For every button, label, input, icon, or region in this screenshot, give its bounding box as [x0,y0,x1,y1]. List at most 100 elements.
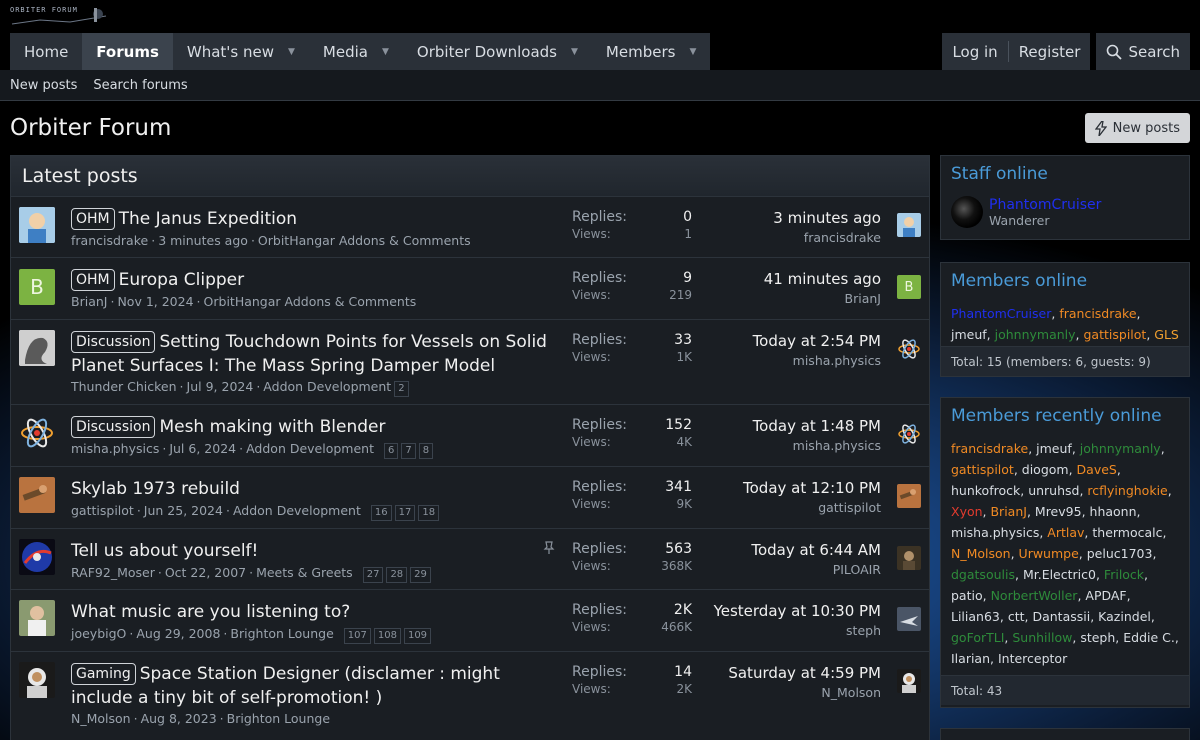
thread-author[interactable]: N_Molson [71,711,131,726]
thread-title-text[interactable]: Europa Clipper [119,270,245,290]
avatar[interactable] [951,196,983,228]
register-button[interactable]: Register [1008,33,1091,70]
thread-title[interactable]: OHM The Janus Expedition [71,207,561,231]
member-link[interactable]: jmeuf [1036,441,1072,456]
last-post-time[interactable]: 41 minutes ago [681,270,881,288]
avatar[interactable]: B [897,275,921,299]
last-post-user[interactable]: steph [681,623,881,638]
thread-forum[interactable]: Meets & Greets [256,565,353,580]
member-link[interactable]: thermocalc [1092,525,1162,540]
member-link[interactable]: rcflyinghokie [1087,483,1167,498]
thread-prefix[interactable]: Gaming [71,663,136,685]
avatar[interactable] [19,662,55,698]
thread-prefix[interactable]: OHM [71,269,115,291]
page-link[interactable]: 8 [418,443,434,459]
avatar[interactable] [19,600,55,636]
page-link[interactable]: 17 [394,505,416,521]
last-post-user[interactable]: francisdrake [681,230,881,245]
nav-tab-members[interactable]: Members ▼ [592,33,710,70]
thread-title[interactable]: Discussion Mesh making with Blender [71,415,561,439]
nav-tab-forums[interactable]: Forums [82,33,173,70]
page-link[interactable]: 109 [403,628,432,644]
thread-row[interactable]: Skylab 1973 rebuild gattispilot · Jun 25, … [11,467,929,529]
thread-forum[interactable]: Addon Development [246,441,374,456]
last-post-user[interactable]: misha.physics [681,438,881,453]
member-link[interactable]: PhantomCruiser [951,306,1051,321]
thread-row[interactable]: Discussion Mesh making with Blender misha… [11,405,929,467]
member-link[interactable]: Urwumpe [1019,546,1079,561]
thread-title[interactable]: OHM Europa Clipper [71,268,561,292]
thread-date[interactable]: Nov 1, 2024 [117,294,193,309]
member-link[interactable]: hunkofrock [951,483,1020,498]
avatar[interactable] [897,669,921,693]
member-link[interactable]: dgatsoulis [951,567,1015,582]
member-link[interactable]: hhaonn [1090,504,1137,519]
thread-title[interactable]: Discussion Setting Touchdown Points for V… [71,330,561,378]
member-link[interactable]: francisdrake [1059,306,1136,321]
member-link[interactable]: johnnymanly [995,327,1076,342]
page-link[interactable]: 29 [410,567,431,583]
member-link[interactable]: Interceptor [998,651,1067,666]
page-link[interactable]: 6 [384,443,399,459]
thread-prefix[interactable]: Discussion [71,416,156,438]
last-post-time[interactable]: Today at 6:44 AM [681,541,881,559]
thread-author[interactable]: misha.physics [71,441,159,456]
thread-title-text[interactable]: Mesh making with Blender [159,417,385,437]
thread-row[interactable]: B OHM Europa Clipper BrianJ · Nov 1, 2024 · O… [11,258,929,320]
thread-title[interactable]: Skylab 1973 rebuild [71,477,561,501]
page-link[interactable]: 7 [401,443,416,459]
thread-forum[interactable]: Brighton Lounge [227,711,330,726]
avatar[interactable] [897,607,921,631]
subnav-new-posts[interactable]: New posts [10,78,77,93]
thread-author[interactable]: BrianJ [71,294,107,309]
member-link[interactable]: misha.physics [951,525,1039,540]
atom-icon[interactable] [897,422,921,446]
member-link[interactable]: ctt [1008,609,1025,624]
search-button[interactable]: Search [1096,33,1190,70]
last-post-user[interactable]: gattispilot [681,500,881,515]
avatar[interactable] [897,484,921,508]
last-post-user[interactable]: BrianJ [681,291,881,306]
thread-forum[interactable]: OrbitHangar Addons & Comments [258,233,471,248]
member-link[interactable]: jmeuf [951,327,987,342]
thread-author[interactable]: RAF92_Moser [71,565,155,580]
thread-row[interactable]: What music are you listening to? joeybig… [11,590,929,652]
thread-forum[interactable]: Addon Development [233,503,361,518]
thread-title-text[interactable]: What music are you listening to? [71,602,350,622]
member-link[interactable]: johnnymanly [1080,441,1161,456]
avatar[interactable]: B [19,269,55,305]
new-posts-button[interactable]: New posts [1084,113,1190,143]
member-link[interactable]: Frilock [1104,567,1144,582]
member-link[interactable]: NorbertWoller [991,588,1078,603]
nav-tab-home[interactable]: Home [10,33,82,70]
thread-author[interactable]: gattispilot [71,503,134,518]
member-link[interactable]: peluc1703 [1087,546,1153,561]
thread-forum[interactable]: Addon Development [263,379,391,394]
thread-title[interactable]: Tell us about yourself! [71,539,561,563]
member-link[interactable]: Lilian63 [951,609,1000,624]
member-link[interactable]: Sunhillow [1012,630,1072,645]
page-link[interactable]: 108 [373,628,401,644]
avatar[interactable] [19,207,55,243]
login-button[interactable]: Log in [942,33,1008,70]
thread-author[interactable]: francisdrake [71,233,148,248]
staff-member[interactable]: PhantomCruiser Wanderer [941,190,1189,234]
last-post-user[interactable]: misha.physics [681,353,881,368]
staff-name[interactable]: PhantomCruiser [989,197,1101,213]
last-post-time[interactable]: Saturday at 4:59 PM [681,664,881,682]
avatar[interactable] [897,546,921,570]
last-post-time[interactable]: Today at 1:48 PM [681,417,881,435]
thread-date[interactable]: Jul 6, 2024 [169,441,236,456]
last-post-time[interactable]: Today at 12:10 PM [681,479,881,497]
last-post-user[interactable]: N_Molson [681,685,881,700]
thread-prefix[interactable]: Discussion [71,331,156,353]
member-link[interactable]: Kazindel [1098,609,1151,624]
last-post-time[interactable]: 3 minutes ago [681,209,881,227]
thread-date[interactable]: Jun 25, 2024 [144,503,223,518]
member-link[interactable]: patio [951,588,983,603]
member-link[interactable]: Mr.Electric0 [1023,567,1096,582]
thread-row[interactable]: Tell us about yourself! RAF92_Moser · Oct … [11,529,929,590]
thread-row[interactable]: OHM The Janus Expedition francisdrake · 3 m… [11,197,929,258]
member-link[interactable]: francisdrake [951,441,1028,456]
member-link[interactable]: GLS [1154,327,1179,342]
